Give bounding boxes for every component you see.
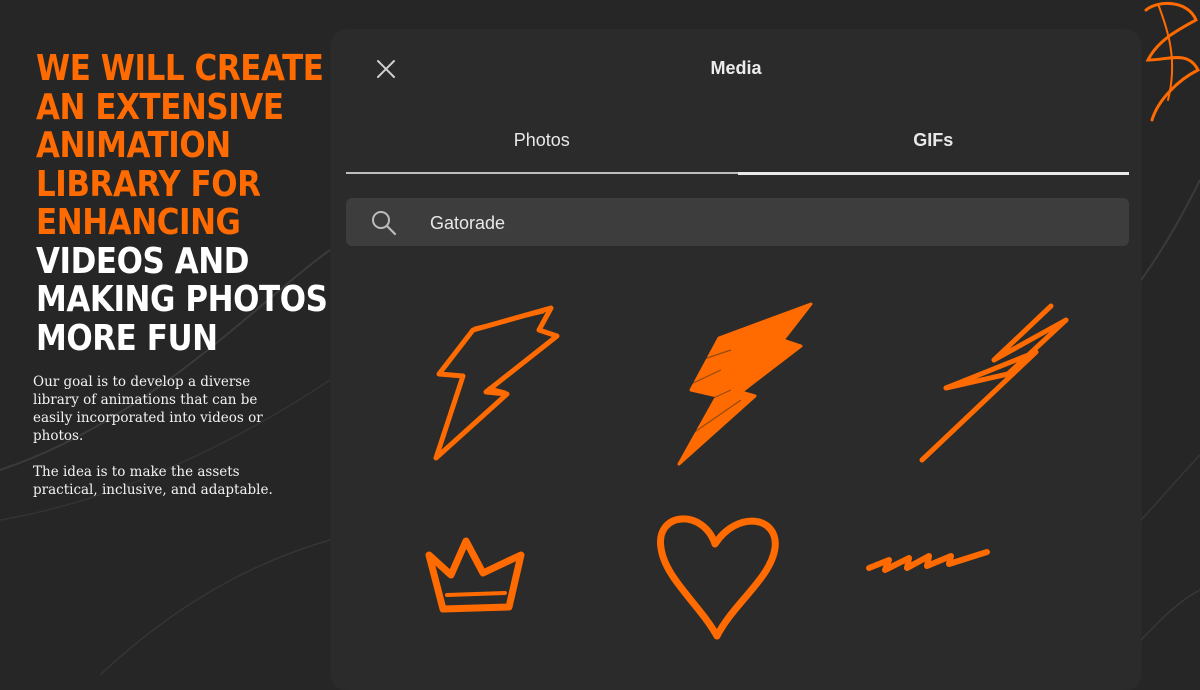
headline-line: AN EXTENSIVE: [36, 86, 284, 128]
left-panel: WE WILL CREATE AN EXTENSIVE ANIMATION LI…: [36, 48, 328, 359]
tab-gifs[interactable]: GIFs: [738, 130, 1130, 151]
gif-squiggle[interactable]: [863, 542, 993, 582]
lightning-bolt-filled-icon: [677, 302, 813, 466]
gif-lightning-bolt-filled[interactable]: [671, 300, 821, 470]
squiggle-icon: [866, 549, 990, 573]
headline-line: ENHANCING: [36, 202, 241, 243]
active-tab-indicator: [737, 172, 1129, 175]
headline-line: MAKING PHOTOS: [36, 279, 328, 320]
tab-divider: [346, 172, 738, 174]
headline-line: WE WILL CREATE: [36, 48, 324, 89]
search-bar[interactable]: [346, 198, 1129, 248]
headline: WE WILL CREATE AN EXTENSIVE ANIMATION LI…: [36, 48, 328, 359]
lightning-zigzag-icon: [919, 303, 1069, 463]
headline-line: LIBRARY FOR: [36, 163, 261, 205]
gif-heart[interactable]: [653, 508, 783, 643]
headline-line: VIDEOS AND: [36, 240, 249, 282]
modal-title: Media: [710, 58, 762, 78]
headline-line: ANIMATION: [36, 125, 231, 166]
search-input[interactable]: [428, 198, 1112, 248]
body-paragraph: Our goal is to develop a diverse library…: [33, 374, 263, 444]
body-text: Our goal is to develop a diverse library…: [33, 373, 273, 517]
gif-lightning-bolt-outline[interactable]: [431, 300, 566, 470]
lightning-bolt-outline-icon: [433, 305, 560, 461]
crown-icon: [425, 537, 525, 613]
gif-crown[interactable]: [421, 535, 531, 615]
search-icon: [372, 211, 397, 236]
gif-lightning-zigzag[interactable]: [916, 300, 1076, 470]
media-tabs: Photos GIFs: [346, 130, 1129, 176]
tab-photos[interactable]: Photos: [346, 130, 738, 151]
body-paragraph: The idea is to make the assets practical…: [33, 464, 273, 498]
headline-line: MORE FUN: [36, 317, 218, 359]
scribble-decoration: [1144, 1, 1200, 122]
media-modal: Media Photos GIFs: [331, 30, 1141, 690]
heart-icon: [657, 515, 779, 640]
